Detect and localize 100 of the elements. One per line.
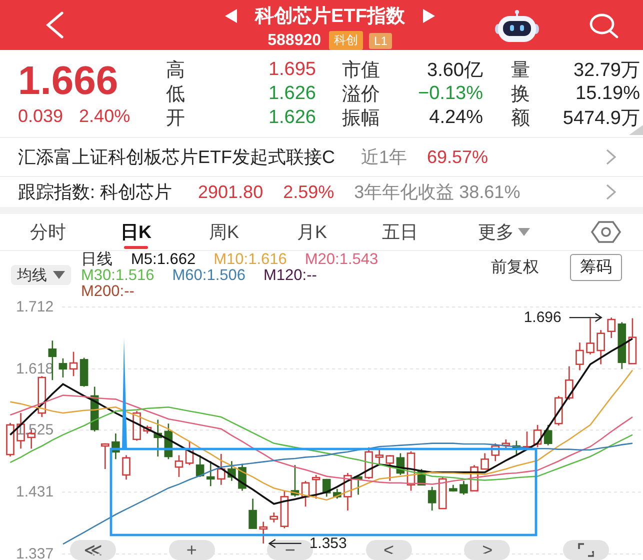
axis-label: 1.431 — [16, 484, 54, 501]
search-icon[interactable] — [588, 12, 620, 40]
indicator-dropdown[interactable]: 均线 — [11, 265, 71, 285]
zoom-in-button[interactable]: + — [168, 540, 215, 560]
candlestick — [565, 366, 574, 400]
candlestick — [364, 447, 373, 479]
candlestick — [90, 386, 99, 432]
last-price: 1.666 — [18, 60, 120, 102]
candlestick — [101, 443, 110, 470]
caret-icon — [53, 271, 65, 279]
change-percent: 2.40% — [79, 106, 130, 127]
stat-value: 3.60亿 — [427, 59, 483, 83]
legend-label: M60:1.506 — [172, 268, 246, 284]
chart-tab[interactable]: 更多 — [444, 214, 564, 250]
candlestick — [333, 488, 342, 499]
security-code: 588920 — [268, 32, 322, 50]
metric-text: 69.57% — [427, 146, 488, 168]
legend-label: M120:-- — [264, 268, 317, 284]
candlestick — [280, 490, 289, 528]
tag: L1 — [369, 32, 392, 48]
metric-text: 近1年 — [361, 146, 408, 169]
stat-value: 1.695 — [268, 59, 316, 81]
stat-label: 市值 — [342, 59, 380, 83]
candlestick — [491, 443, 500, 462]
chart-tab[interactable]: 分时 — [4, 214, 92, 250]
legend-label: M20:1.543 — [304, 252, 378, 268]
stat-value: 15.19% — [576, 83, 640, 105]
arrow — [268, 538, 302, 548]
chart-tab[interactable]: 日K — [92, 214, 180, 250]
legend-label: M200:-- — [81, 284, 134, 300]
candlestick — [58, 358, 68, 378]
legend-label: M5:1.662 — [131, 252, 196, 268]
candlestick — [164, 424, 173, 460]
candlestick — [460, 480, 468, 495]
stat-label: 换 — [511, 83, 530, 107]
axis-label: 1.337 — [16, 546, 54, 560]
candlestick — [132, 411, 141, 441]
candlestick — [618, 322, 626, 369]
metric-text: 2901.80 — [198, 182, 264, 202]
candlestick — [470, 465, 478, 492]
candlestick — [449, 484, 458, 492]
fullscreen-button[interactable] — [562, 540, 609, 560]
fund-name[interactable]: 跟踪指数: 科创芯片 — [18, 180, 172, 204]
arrow — [569, 313, 602, 322]
candlestick — [6, 422, 14, 457]
metric-text: 3年年化收益 38.61% — [354, 181, 520, 204]
stat-label: 额 — [511, 107, 530, 131]
candlestick — [38, 376, 46, 417]
candlestick — [344, 472, 352, 511]
highlight-rectangle[interactable] — [110, 448, 538, 536]
robot-icon[interactable] — [494, 9, 540, 43]
fund-name[interactable]: 汇添富上证科创板芯片ETF发起式联接C — [18, 145, 335, 169]
candlestick — [228, 461, 236, 481]
stat-value: 5474.9万 — [562, 107, 640, 131]
candlestick — [259, 522, 268, 544]
stat-value: 32.79万 — [573, 59, 640, 83]
price-label: 1.696 — [524, 309, 562, 326]
candlestick — [312, 474, 320, 499]
candlestick — [322, 478, 331, 497]
candlestick — [522, 432, 532, 449]
candlestick — [354, 474, 362, 495]
chart-tab[interactable]: 周K — [180, 214, 268, 250]
corner-fold-icon[interactable] — [629, 125, 643, 135]
candlestick — [290, 465, 300, 497]
legend-label: M10:1.616 — [214, 252, 287, 268]
candlestick — [502, 439, 510, 449]
legend-label: 日线 — [81, 252, 113, 268]
previous-button[interactable]: < — [366, 540, 412, 560]
candlestick — [248, 498, 257, 529]
candlestick — [628, 318, 637, 364]
stat-value: −0.13% — [418, 83, 483, 105]
chips-button[interactable]: 筹码 — [570, 254, 622, 281]
stat-label: 溢价 — [342, 83, 380, 107]
right-triangle-icon[interactable] — [422, 9, 435, 23]
candlestick — [533, 424, 542, 448]
candlestick — [301, 480, 310, 507]
stat-label: 低 — [166, 83, 186, 107]
adjustment-label[interactable]: 前复权 — [491, 257, 539, 278]
page-title: 科创芯片ETF指数 — [255, 5, 405, 29]
stat-value: 4.24% — [429, 107, 483, 129]
legend-label: M30:1.516 — [81, 268, 154, 284]
chart-tab[interactable]: 月K — [268, 214, 356, 250]
candlestick — [206, 461, 215, 486]
candlestick — [396, 453, 405, 475]
left-triangle-icon[interactable] — [225, 9, 238, 23]
chevron-right-icon[interactable] — [605, 147, 617, 167]
candlestick — [544, 424, 552, 446]
chevron-right-icon[interactable] — [605, 182, 617, 202]
candlestick — [112, 433, 120, 460]
candlestick — [512, 440, 521, 456]
candlestick — [386, 455, 394, 481]
candlestick — [154, 420, 162, 457]
candlestick — [375, 449, 384, 466]
candlestick — [607, 318, 616, 338]
chart-tab[interactable]: 五日 — [356, 214, 444, 250]
candlestick — [576, 342, 584, 370]
metric-text: 2.59% — [283, 182, 334, 202]
fullscreen-icon — [578, 543, 594, 557]
settings-icon[interactable] — [591, 221, 621, 243]
candlestick — [217, 454, 226, 485]
